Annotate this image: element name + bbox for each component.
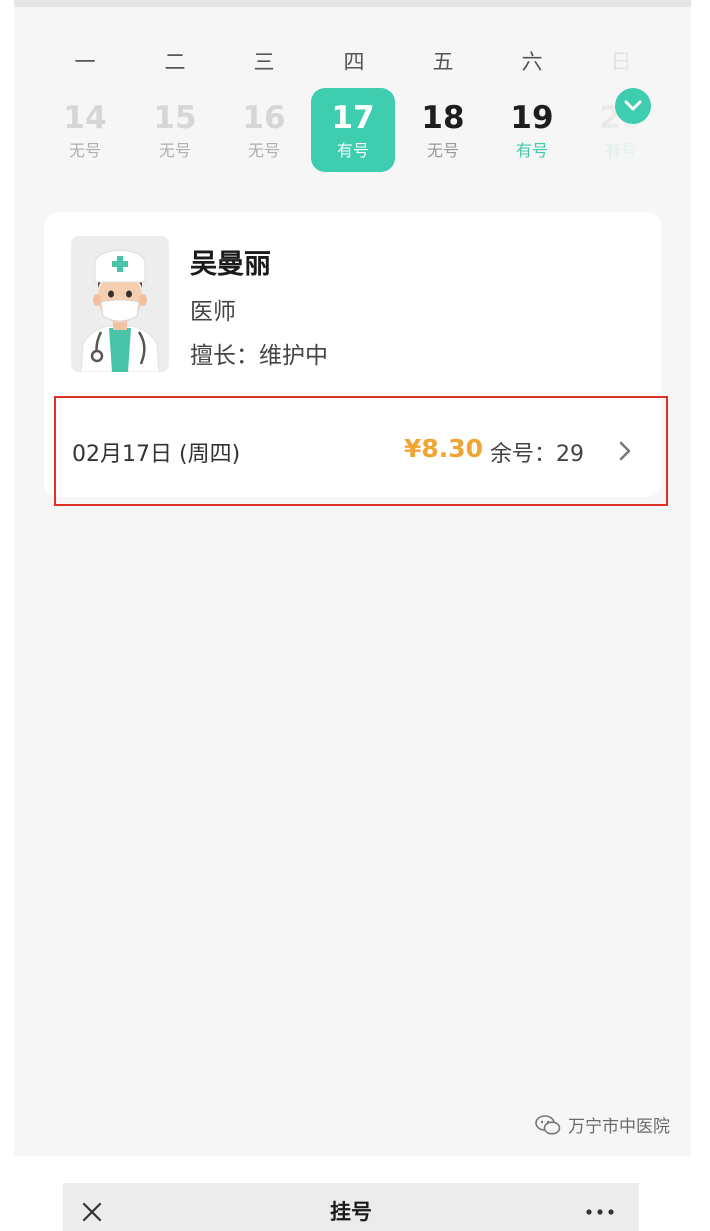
calendar-day[interactable]: 15 无号	[133, 88, 217, 172]
doctor-avatar	[71, 236, 169, 372]
wechat-icon	[535, 1115, 561, 1135]
doctor-specialty: 擅长：维护中	[190, 343, 328, 369]
doctor-name: 吴曼丽	[190, 249, 271, 280]
page-title: 挂号	[330, 1200, 372, 1224]
slot-remaining: 余号：29	[490, 442, 584, 467]
weekday-mon: 一	[74, 50, 96, 74]
calendar-day[interactable]: 19 有号	[490, 88, 574, 172]
day-number: 19	[510, 100, 554, 136]
appointment-slot-row[interactable]: 02月17日 (周四) ¥8.30 余号：29	[54, 396, 668, 506]
top-strip	[14, 0, 691, 7]
bottom-title-bar: 挂号	[63, 1183, 639, 1231]
day-number: 15	[153, 100, 197, 136]
weekday-fri: 五	[432, 50, 454, 74]
calendar-day[interactable]: 16 无号	[222, 88, 306, 172]
day-status: 有号	[336, 141, 369, 160]
day-status: 无号	[247, 141, 280, 160]
expand-calendar-button[interactable]	[615, 88, 651, 124]
day-status: 无号	[68, 141, 101, 160]
day-status: 无号	[158, 141, 191, 160]
day-number: 14	[63, 100, 107, 136]
page-frame: 一 二 三 四 五 六 日 14 无号 15 无号 16 无号 17 有号 18…	[14, 0, 691, 1156]
weekday-tue: 二	[164, 50, 186, 74]
calendar-day[interactable]: 14 无号	[43, 88, 127, 172]
slot-price: ¥8.30	[404, 434, 484, 463]
doctor-title: 医师	[190, 299, 236, 325]
watermark-text: 万宁市中医院	[568, 1117, 670, 1137]
day-number: 17	[331, 100, 375, 136]
calendar-day[interactable]: 18 无号	[401, 88, 485, 172]
day-number: 16	[242, 100, 286, 136]
weekday-thu: 四	[343, 50, 365, 74]
day-number: 18	[421, 100, 465, 136]
day-status: 无号	[426, 141, 459, 160]
more-icon[interactable]	[586, 1209, 614, 1215]
slot-date: 02月17日 (周四)	[72, 442, 241, 467]
day-status: 有号	[515, 141, 548, 160]
weekday-sat: 六	[521, 50, 543, 74]
chevron-right-icon	[619, 441, 631, 461]
chevron-down-icon	[624, 100, 642, 111]
weekday-wed: 三	[253, 50, 275, 74]
calendar-day-selected[interactable]: 17 有号	[311, 88, 395, 172]
doctor-avatar-icon	[71, 236, 169, 372]
